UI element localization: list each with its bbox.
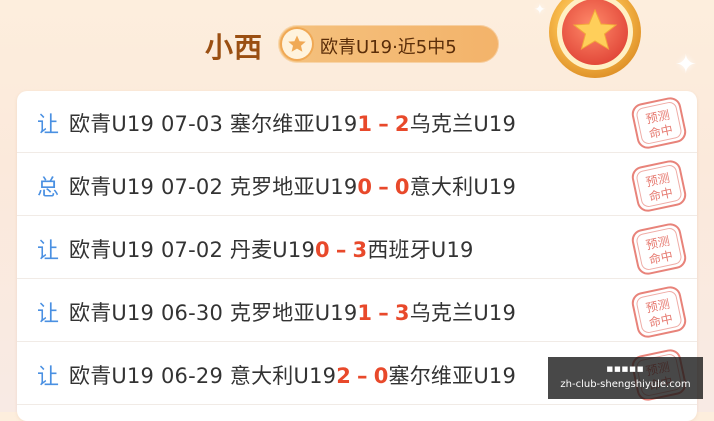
league-name: 欧青U19 xyxy=(69,238,155,262)
prediction-hit-stamp: 预测命中 xyxy=(629,221,689,277)
league-name: 欧青U19 xyxy=(69,301,155,325)
home-score: 0 xyxy=(357,175,373,199)
prediction-hit-stamp: 预测命中 xyxy=(629,158,689,214)
score-separator: – xyxy=(335,238,347,262)
home-score: 1 xyxy=(357,112,373,136)
list-item[interactable]: 让欧青U19 07-03 塞尔维亚U191–2乌克兰U19 预测 命中 xyxy=(17,91,697,153)
league-name: 欧青U19 xyxy=(69,175,155,199)
bet-type-tag: 总 xyxy=(37,176,60,201)
bet-type-tag: 让 xyxy=(37,302,60,327)
away-score: 3 xyxy=(352,238,368,262)
record-badge-label: 欧青U19·近5中5 xyxy=(320,37,457,58)
divider xyxy=(17,278,697,279)
watermark-title: ■■■■■ xyxy=(606,365,645,373)
score-separator: – xyxy=(378,301,389,325)
away-score: 0 xyxy=(373,364,389,388)
list-item[interactable]: 让欧青U19 06-30 克罗地亚U191–3乌克兰U19 预测 命中 xyxy=(17,280,697,342)
divider xyxy=(17,152,697,153)
expert-name[interactable]: 小西 xyxy=(205,26,263,66)
away-score: 2 xyxy=(394,112,410,136)
match-info: 欧青U19 06-30 克罗地亚U191–3乌克兰U19 xyxy=(69,297,516,327)
match-date: 07-02 xyxy=(160,238,224,262)
home-team: 克罗地亚U19 xyxy=(229,175,358,199)
medal-icon xyxy=(540,0,650,90)
bet-type-tag: 让 xyxy=(37,113,60,138)
match-date: 07-03 xyxy=(160,112,224,136)
match-date: 07-02 xyxy=(160,175,224,199)
home-score: 1 xyxy=(357,301,373,325)
away-score: 3 xyxy=(394,301,410,325)
score-separator: – xyxy=(378,112,389,136)
divider xyxy=(17,341,697,342)
list-item[interactable]: 总欧青U19 07-02 克罗地亚U190–0意大利U19 预测 命中 xyxy=(17,154,697,216)
bet-type-tag: 让 xyxy=(37,365,60,390)
away-team: 西班牙U19 xyxy=(367,238,474,262)
match-date: 06-29 xyxy=(160,364,224,388)
list-item[interactable]: 让欧青U19 07-02 丹麦U190–3西班牙U19 预测 命中 xyxy=(17,217,697,279)
home-team: 克罗地亚U19 xyxy=(229,301,358,325)
star-icon xyxy=(282,29,312,59)
watermark: ■■■■■ zh-club-shengshiyule.com xyxy=(548,357,703,399)
league-name: 欧青U19 xyxy=(69,364,155,388)
match-info: 欧青U19 07-02 克罗地亚U190–0意大利U19 xyxy=(69,171,516,201)
home-score: 2 xyxy=(336,364,352,388)
home-team: 意大利U19 xyxy=(229,364,337,388)
score-separator: – xyxy=(378,175,389,199)
sparkle-icon: ✦ xyxy=(675,50,697,80)
away-team: 乌克兰U19 xyxy=(409,301,517,325)
divider xyxy=(17,404,697,405)
away-team: 意大利U19 xyxy=(409,175,517,199)
sparkle-icon: ✦ xyxy=(534,2,546,18)
match-info: 欧青U19 07-03 塞尔维亚U191–2乌克兰U19 xyxy=(69,108,516,138)
home-team: 塞尔维亚U19 xyxy=(229,112,358,136)
divider xyxy=(17,215,697,216)
watermark-url: zh-club-shengshiyule.com xyxy=(560,379,691,390)
away-score: 0 xyxy=(394,175,410,199)
league-name: 欧青U19 xyxy=(69,112,155,136)
prediction-hit-stamp: 预测命中 xyxy=(629,284,689,340)
header: 小西 欧青U19·近5中5 ✦ ✦ xyxy=(0,0,714,92)
score-separator: – xyxy=(357,364,368,388)
bet-type-tag: 让 xyxy=(37,239,60,264)
match-date: 06-30 xyxy=(160,301,224,325)
match-info: 欧青U19 06-29 意大利U192–0塞尔维亚U19 xyxy=(69,360,516,390)
away-team: 乌克兰U19 xyxy=(409,112,517,136)
home-team: 丹麦U19 xyxy=(229,238,315,262)
match-info: 欧青U19 07-02 丹麦U190–3西班牙U19 xyxy=(69,234,474,264)
home-score: 0 xyxy=(315,238,330,262)
record-badge: 欧青U19·近5中5 xyxy=(278,25,499,63)
away-team: 塞尔维亚U19 xyxy=(388,364,517,388)
prediction-hit-stamp: 预测命中 xyxy=(629,95,689,151)
